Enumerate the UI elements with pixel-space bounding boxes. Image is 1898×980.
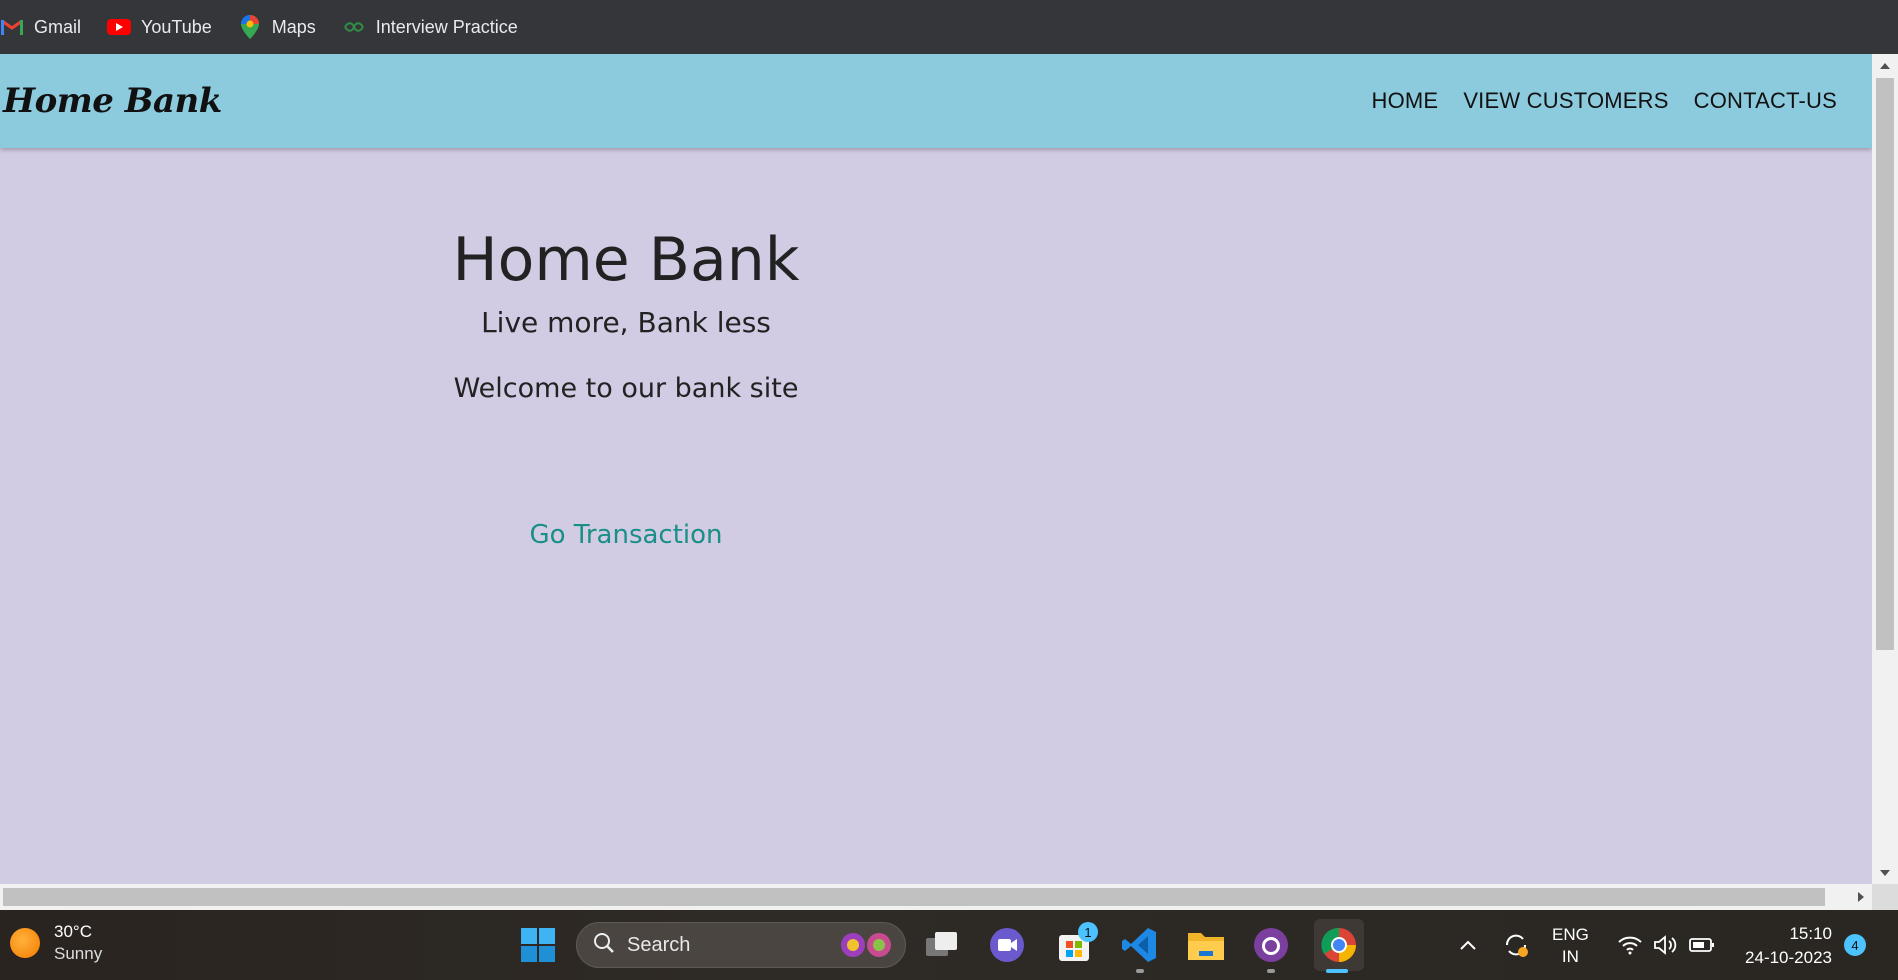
flowers-icon: [839, 930, 895, 967]
lang-line1: ENG: [1552, 925, 1589, 944]
bookmark-interview-practice[interactable]: Interview Practice: [342, 0, 518, 54]
interview-practice-icon: [342, 15, 366, 39]
clock[interactable]: 15:10 24-10-2023: [1740, 922, 1832, 970]
hero-tagline: Live more, Bank less: [481, 306, 771, 339]
taskbar-search[interactable]: Search: [576, 922, 906, 968]
task-view-icon[interactable]: [922, 925, 962, 965]
hero-title: Home Bank: [452, 225, 800, 295]
wifi-icon[interactable]: [1612, 925, 1648, 965]
file-explorer-icon[interactable]: [1186, 925, 1226, 965]
vscode-running-indicator: [1136, 969, 1144, 973]
clock-time: 15:10: [1789, 924, 1832, 943]
bookmark-label: Maps: [271, 16, 316, 37]
weather-widget[interactable]: 30°C Sunny: [10, 922, 102, 964]
hero-welcome: Welcome to our bank site: [453, 373, 799, 404]
nav-link-home[interactable]: HOME: [1372, 88, 1439, 114]
horizontal-scroll-thumb[interactable]: [3, 888, 1825, 906]
vertical-scroll-thumb[interactable]: [1876, 78, 1894, 650]
weather-temp: 30°C: [54, 922, 92, 941]
bookmark-label: YouTube: [141, 16, 212, 37]
vertical-scrollbar[interactable]: [1872, 54, 1898, 884]
youtube-icon: [107, 15, 132, 39]
windows-start-icon[interactable]: [518, 925, 558, 965]
chevron-up-icon[interactable]: [1448, 925, 1488, 965]
scroll-down-arrow-icon[interactable]: [1880, 870, 1890, 876]
bookmark-maps[interactable]: Maps: [238, 0, 316, 54]
meet-video-icon[interactable]: [987, 925, 1027, 965]
scroll-up-arrow-icon[interactable]: [1880, 63, 1890, 69]
store-badge: 1: [1078, 922, 1098, 942]
nav-links: HOME VIEW CUSTOMERS CONTACT-US: [1347, 88, 1838, 114]
sync-icon[interactable]: [1496, 925, 1536, 965]
vscode-icon[interactable]: [1120, 925, 1160, 965]
gmail-icon: [0, 15, 24, 39]
horizontal-scrollbar[interactable]: [0, 884, 1872, 910]
bookmark-label: Gmail: [34, 16, 82, 37]
bookmark-youtube[interactable]: YouTube: [107, 0, 212, 54]
scrollbar-corner: [1872, 884, 1898, 910]
scroll-right-arrow-icon[interactable]: [1858, 892, 1864, 902]
bookmark-label: Interview Practice: [375, 16, 518, 37]
github-running-indicator: [1267, 969, 1275, 973]
windows-taskbar: 30°C Sunny Search 1 ENG IN 15:10 24-10-2…: [0, 910, 1898, 980]
language-indicator[interactable]: ENG IN: [1552, 924, 1589, 968]
nav-link-view-customers[interactable]: VIEW CUSTOMERS: [1463, 88, 1668, 114]
notification-badge[interactable]: 4: [1844, 934, 1866, 956]
maps-icon: [238, 15, 262, 39]
sun-icon: [10, 928, 40, 958]
github-desktop-icon[interactable]: [1251, 925, 1291, 965]
weather-desc: Sunny: [54, 944, 103, 963]
site-navbar: Home Bank HOME VIEW CUSTOMERS CONTACT-US: [0, 54, 1872, 148]
lang-line2: IN: [1561, 947, 1579, 966]
nav-link-contact-us[interactable]: CONTACT-US: [1694, 88, 1837, 114]
bookmarks-bar: Gmail YouTube Maps Interview Practice: [0, 0, 1898, 54]
battery-icon[interactable]: [1684, 925, 1720, 965]
search-icon: [593, 932, 615, 959]
go-transaction-link[interactable]: Go Transaction: [529, 520, 722, 550]
volume-icon[interactable]: [1648, 925, 1684, 965]
bookmark-gmail[interactable]: Gmail: [0, 0, 81, 54]
hero-section: Home Bank Live more, Bank less Welcome t…: [426, 222, 826, 550]
search-label: Search: [627, 933, 691, 956]
brand-logo[interactable]: Home Bank: [3, 81, 222, 121]
clock-date: 24-10-2023: [1745, 948, 1832, 967]
chrome-active-indicator: [1326, 969, 1348, 973]
chrome-icon[interactable]: [1314, 919, 1364, 971]
